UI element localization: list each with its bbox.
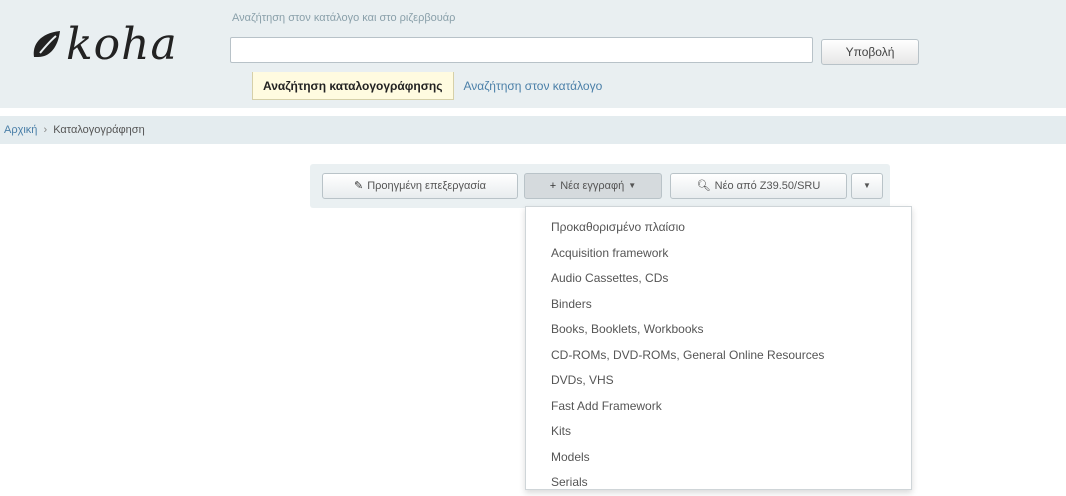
header: koha Αναζήτηση στον κατάλογο και στο ριζ… bbox=[0, 0, 1066, 108]
breadcrumb-home-link[interactable]: Αρχική bbox=[4, 124, 37, 136]
menu-item-dvds[interactable]: DVDs, VHS bbox=[526, 368, 911, 394]
new-record-button[interactable]: + Νέα εγγραφή ▼ bbox=[524, 173, 662, 199]
search-tabs: Αναζήτηση καταλογογράφησης Αναζήτηση στο… bbox=[252, 72, 612, 100]
caret-down-icon: ▼ bbox=[628, 181, 637, 191]
breadcrumb: Αρχική › Καταλογογράφηση bbox=[0, 116, 1066, 144]
menu-item-binders[interactable]: Binders bbox=[526, 292, 911, 318]
new-record-label: Νέα εγγραφή bbox=[560, 180, 625, 192]
search-input[interactable] bbox=[230, 37, 813, 63]
z3950-dropdown-toggle[interactable]: ▼ bbox=[851, 173, 883, 199]
koha-leaf-icon bbox=[33, 31, 60, 57]
caret-down-icon: ▼ bbox=[863, 181, 871, 191]
breadcrumb-separator: › bbox=[43, 124, 48, 136]
logo-text: koha bbox=[66, 18, 178, 70]
menu-item-audio-cassettes[interactable]: Audio Cassettes, CDs bbox=[526, 266, 911, 292]
advanced-editor-label: Προηγμένη επεξεργασία bbox=[367, 180, 486, 192]
menu-item-books[interactable]: Books, Booklets, Workbooks bbox=[526, 317, 911, 343]
menu-item-acquisition-framework[interactable]: Acquisition framework bbox=[526, 241, 911, 267]
search-label: Αναζήτηση στον κατάλογο και στο ριζερβου… bbox=[232, 12, 456, 24]
z3950-label: Νέο από Z39.50/SRU bbox=[714, 180, 821, 192]
advanced-editor-button[interactable]: ✎ Προηγμένη επεξεργασία bbox=[322, 173, 518, 199]
koha-logo[interactable]: koha bbox=[30, 14, 178, 74]
menu-item-default-framework[interactable]: Προκαθορισμένο πλαίσιο bbox=[526, 215, 911, 241]
plus-icon: + bbox=[549, 180, 557, 192]
submit-button[interactable]: Υποβολή bbox=[821, 39, 919, 65]
z3950-search-button[interactable]: 🔍︎ Νέο από Z39.50/SRU bbox=[670, 173, 847, 199]
tab-catalog-search[interactable]: Αναζήτηση στον κατάλογο bbox=[454, 72, 613, 100]
menu-item-kits[interactable]: Kits bbox=[526, 419, 911, 445]
breadcrumb-current: Καταλογογράφηση bbox=[53, 124, 145, 136]
menu-item-fast-add[interactable]: Fast Add Framework bbox=[526, 394, 911, 420]
menu-item-models[interactable]: Models bbox=[526, 445, 911, 471]
pencil-icon: ✎ bbox=[353, 180, 364, 192]
menu-item-cd-roms[interactable]: CD-ROMs, DVD-ROMs, General Online Resour… bbox=[526, 343, 911, 369]
new-record-framework-menu: Προκαθορισμένο πλαίσιο Acquisition frame… bbox=[525, 206, 912, 490]
search-icon: 🔍︎ bbox=[696, 180, 711, 192]
tab-cataloging-search[interactable]: Αναζήτηση καταλογογράφησης bbox=[252, 72, 454, 100]
